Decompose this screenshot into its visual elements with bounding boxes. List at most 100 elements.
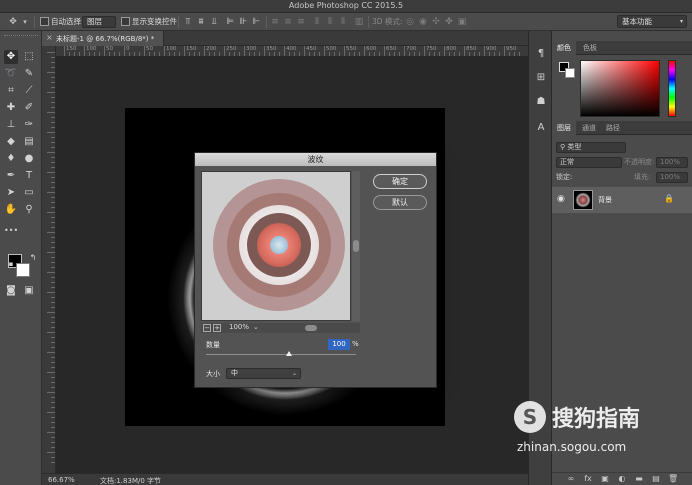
- layer-kind-filter[interactable]: ⚲ 类型: [556, 142, 626, 153]
- align-bottom-icon[interactable]: ⫫: [209, 16, 219, 28]
- tab-swatches[interactable]: 色板: [578, 41, 602, 55]
- layers-footer-icon[interactable]: fx: [583, 474, 593, 483]
- gradient-tool-icon[interactable]: ▤: [22, 135, 36, 149]
- fill-field[interactable]: 100%: [656, 172, 688, 183]
- opacity-field[interactable]: 100%: [656, 157, 688, 168]
- tab-channels[interactable]: 通道: [577, 121, 601, 135]
- background-color-swatch[interactable]: [16, 263, 30, 277]
- move-tool-icon[interactable]: ✥: [4, 50, 18, 64]
- ruler-tick: [464, 46, 465, 56]
- default-colors-icon[interactable]: ▪: [4, 257, 18, 271]
- lock-icon[interactable]: 🔒: [664, 194, 674, 203]
- ruler-minor-tick: [89, 52, 90, 56]
- clone-stamp-tool-icon[interactable]: ⊥: [4, 118, 18, 132]
- workspace-dropdown[interactable]: 基本功能 ▾: [617, 15, 687, 28]
- screen-mode-icon[interactable]: ▣: [22, 284, 36, 298]
- 3d-orbit-icon[interactable]: ◎: [405, 16, 415, 28]
- tab-color[interactable]: 颜色: [552, 41, 576, 55]
- rectangle-tool-icon[interactable]: ▭: [22, 186, 36, 200]
- dodge-tool-icon[interactable]: ●: [22, 152, 36, 166]
- 3d-slide-icon[interactable]: ✤: [444, 16, 454, 28]
- distribute-top-icon[interactable]: ≡: [270, 16, 280, 28]
- filter-preview[interactable]: [201, 171, 351, 321]
- preview-vertical-scrollbar[interactable]: [352, 171, 360, 321]
- layers-footer-icon[interactable]: ◐: [617, 474, 627, 483]
- zoom-out-button[interactable]: −: [203, 324, 211, 332]
- align-hcenter-icon[interactable]: ⊪: [238, 16, 248, 28]
- zoom-tool-icon[interactable]: ⚲: [22, 203, 36, 217]
- hand-tool-icon[interactable]: ✋: [4, 203, 18, 217]
- auto-select-target-dropdown[interactable]: 图层: [82, 16, 116, 28]
- scroll-thumb[interactable]: [353, 240, 359, 252]
- tab-layers[interactable]: 图层: [552, 121, 576, 135]
- color-panel-background[interactable]: [565, 68, 575, 78]
- ok-button[interactable]: 确定: [373, 174, 427, 189]
- document-tab[interactable]: × 未标题-1 @ 66.7%(RGB/8*) *: [42, 31, 164, 46]
- auto-align-icon[interactable]: ▥: [354, 16, 364, 28]
- healing-brush-tool-icon[interactable]: ✚: [4, 101, 18, 115]
- size-dropdown[interactable]: 中 ⌄: [226, 368, 301, 379]
- layers-footer-icon[interactable]: ▤: [651, 474, 661, 483]
- eraser-tool-icon[interactable]: ◆: [4, 135, 18, 149]
- zoom-level[interactable]: 66.67%: [48, 476, 75, 484]
- move-tool-icon[interactable]: ✥: [8, 16, 18, 28]
- eyedropper-tool-icon[interactable]: ⟋: [22, 84, 36, 98]
- swap-colors-icon[interactable]: ↰: [26, 251, 40, 265]
- align-left-icon[interactable]: ⊫: [225, 16, 235, 28]
- layer-name[interactable]: 背景: [598, 195, 612, 205]
- pen-tool-icon[interactable]: ✒: [4, 169, 18, 183]
- distribute-hcenter-icon[interactable]: ⦀: [325, 16, 335, 28]
- show-transform-checkbox[interactable]: [121, 17, 130, 26]
- blend-mode-dropdown[interactable]: 正常: [556, 157, 622, 168]
- amount-slider-track[interactable]: [206, 354, 356, 355]
- horizontal-ruler[interactable]: 150 100 50 0 50 100 150 200 250 300 350 400 450 500 55…: [56, 46, 528, 57]
- panel-grip[interactable]: [4, 35, 38, 37]
- layers-footer-icon[interactable]: ∞: [566, 474, 576, 483]
- 3d-pan-icon[interactable]: ✣: [431, 16, 441, 28]
- align-top-icon[interactable]: ⫪: [183, 16, 193, 28]
- quick-mask-icon[interactable]: ◙: [4, 284, 18, 298]
- quick-select-tool-icon[interactable]: ✎: [22, 67, 36, 81]
- amount-input[interactable]: 100: [328, 339, 350, 350]
- tab-paths[interactable]: 路径: [601, 121, 625, 135]
- more-tools-icon[interactable]: •••: [4, 224, 18, 238]
- layers-footer-icon[interactable]: ▬: [634, 474, 644, 483]
- blur-tool-icon[interactable]: ♦: [4, 152, 18, 166]
- history-brush-tool-icon[interactable]: ✑: [22, 118, 36, 132]
- properties-panel-icon[interactable]: ⊞: [534, 71, 548, 85]
- distribute-left-icon[interactable]: ⦀: [312, 16, 322, 28]
- adjustments-panel-icon[interactable]: ☗: [534, 95, 548, 109]
- paragraph-panel-icon[interactable]: ¶: [534, 47, 548, 61]
- crop-tool-icon[interactable]: ⌗: [4, 84, 18, 98]
- align-right-icon[interactable]: ⊩: [251, 16, 261, 28]
- preview-horizontal-scroll-thumb[interactable]: [305, 325, 317, 331]
- zoom-in-button[interactable]: +: [213, 324, 221, 332]
- path-select-tool-icon[interactable]: ➤: [4, 186, 18, 200]
- amount-slider-knob[interactable]: [285, 351, 292, 356]
- 3d-scale-icon[interactable]: ▣: [457, 16, 467, 28]
- type-tool-icon[interactable]: T: [22, 169, 36, 183]
- layers-footer-icon[interactable]: 🗑: [668, 474, 678, 483]
- status-menu-arrow-icon[interactable]: ›: [154, 475, 157, 483]
- close-tab-icon[interactable]: ×: [46, 33, 53, 42]
- align-vcenter-icon[interactable]: ⩩: [196, 16, 206, 28]
- layer-row-background[interactable]: ◉ 背景 🔒: [552, 187, 692, 213]
- distribute-bottom-icon[interactable]: ≡: [296, 16, 306, 28]
- tool-preset-chevron-icon[interactable]: ▾: [20, 16, 30, 28]
- vertical-ruler[interactable]: [42, 46, 56, 473]
- distribute-right-icon[interactable]: ⦀: [338, 16, 348, 28]
- distribute-vcenter-icon[interactable]: ≡: [283, 16, 293, 28]
- brush-tool-icon[interactable]: ✐: [22, 101, 36, 115]
- 3d-roll-icon[interactable]: ◉: [418, 16, 428, 28]
- hue-slider[interactable]: [668, 60, 676, 117]
- ruler-minor-tick: [269, 52, 270, 56]
- default-button[interactable]: 默认: [373, 195, 427, 210]
- layers-footer-icon[interactable]: ▣: [600, 474, 610, 483]
- color-field[interactable]: [580, 60, 660, 117]
- lasso-tool-icon[interactable]: ➰: [4, 67, 18, 81]
- character-panel-icon[interactable]: A: [534, 121, 548, 135]
- auto-select-checkbox[interactable]: [40, 17, 49, 26]
- eye-icon[interactable]: ◉: [557, 194, 565, 204]
- chevron-down-icon[interactable]: ⌄: [253, 323, 259, 331]
- marquee-tool-icon[interactable]: ⬚: [22, 50, 36, 64]
